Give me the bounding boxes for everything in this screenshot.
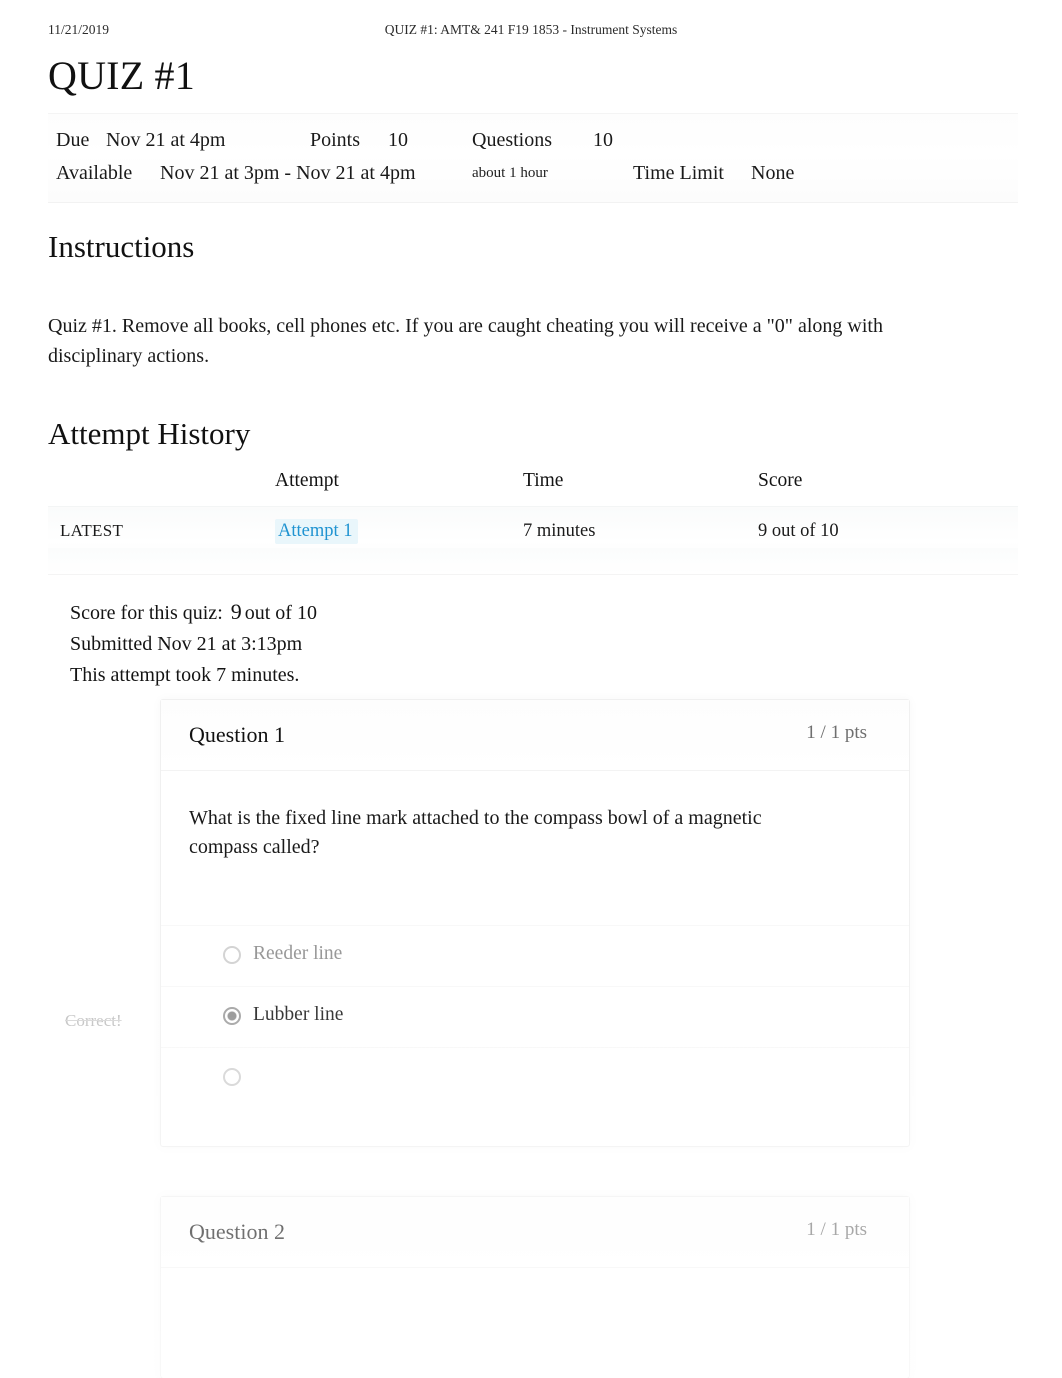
column-header-attempt: Attempt: [275, 470, 339, 491]
available-label: Available: [56, 162, 133, 184]
answer-option-selected[interactable]: Lubber line: [161, 986, 909, 1047]
radio-icon[interactable]: [223, 946, 241, 964]
question-header: Question 2 1 / 1 pts: [161, 1197, 909, 1268]
question-card: Question 1 1 / 1 pts What is the fixed l…: [160, 699, 910, 1147]
answer-option[interactable]: Reeder line: [161, 925, 909, 986]
print-title: QUIZ #1: AMT& 241 F19 1853 - Instrument …: [384, 22, 678, 37]
attempt-history-heading: Attempt History: [48, 416, 251, 451]
print-header: 11/21/2019 QUIZ #1: AMT& 241 F19 1853 - …: [0, 22, 1062, 44]
questions-value: 10: [593, 129, 613, 151]
attempt-history-table: Attempt Time Score LATEST Attempt 1 7 mi…: [48, 470, 1018, 556]
score-suffix: out of 10: [244, 602, 317, 624]
score-value: 9: [230, 599, 242, 624]
points-value: 10: [388, 129, 408, 151]
score-line: Score for this quiz: 9 out of 10: [70, 596, 317, 629]
time-limit-label: Time Limit: [633, 162, 724, 184]
answer-label: Lubber line: [253, 1004, 344, 1025]
question-name: Question 2: [189, 1219, 285, 1244]
detail-row-available: Available Nov 21 at 3pm - Nov 21 at 4pm …: [48, 157, 1018, 190]
attempt-link[interactable]: Attempt 1: [275, 519, 358, 544]
detail-row-due: Due Nov 21 at 4pm Points 10 Questions 10: [48, 124, 1018, 157]
kept-badge: LATEST: [60, 521, 124, 540]
answer-list: Reeder line Lubber line: [161, 925, 909, 1108]
answer-option[interactable]: [161, 1047, 909, 1108]
answer-label: Reeder line: [253, 943, 343, 964]
question-points: 1 / 1 pts: [806, 1219, 867, 1240]
question-text: What is the fixed line mark attached to …: [189, 807, 762, 858]
score-summary: Score for this quiz: 9 out of 10 Submitted…: [70, 596, 317, 691]
submitted-line: Submitted Nov 21 at 3:13pm: [70, 633, 303, 655]
radio-icon[interactable]: [223, 1068, 241, 1086]
questions-label: Questions: [472, 129, 552, 151]
column-header-kept: [48, 470, 275, 507]
page-title: QUIZ #1: [48, 53, 195, 98]
radio-icon-selected[interactable]: [223, 1007, 241, 1025]
question-card: Question 2 1 / 1 pts: [160, 1196, 910, 1378]
instructions-heading: Instructions: [48, 229, 195, 264]
points-label: Points: [310, 129, 361, 151]
due-label: Due: [56, 129, 90, 151]
duration-note: about 1 hour: [472, 165, 548, 181]
time-limit-value: None: [751, 162, 795, 184]
column-header-time: Time: [523, 470, 564, 491]
instructions-body: Quiz #1. Remove all books, cell phones e…: [48, 315, 883, 367]
correct-flag: Correct!: [65, 1011, 122, 1030]
table-header-row: Attempt Time Score: [48, 470, 1018, 507]
column-header-score: Score: [758, 470, 803, 491]
table-footer-band: [48, 548, 1018, 575]
question-name: Question 1: [189, 722, 285, 747]
available-value: Nov 21 at 3pm - Nov 21 at 4pm: [160, 162, 416, 184]
question-points: 1 / 1 pts: [806, 722, 867, 743]
due-value: Nov 21 at 4pm: [106, 129, 226, 151]
score-label: Score for this quiz:: [70, 602, 223, 624]
duration-line: This attempt took 7 minutes.: [70, 664, 300, 686]
quiz-detail-bar: Due Nov 21 at 4pm Points 10 Questions 10…: [48, 113, 1018, 203]
question-header: Question 1 1 / 1 pts: [161, 700, 909, 771]
